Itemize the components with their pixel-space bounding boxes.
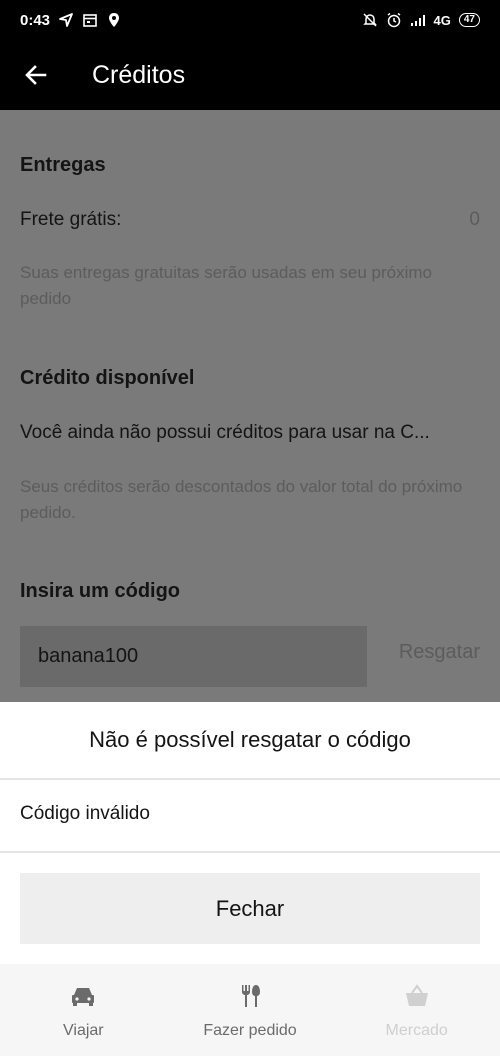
status-bar: 0:43 4G 47 <box>0 0 500 40</box>
nav-item-order[interactable]: Fazer pedido <box>167 964 334 1056</box>
alarm-icon <box>387 12 400 28</box>
redeem-button[interactable]: Resgatar <box>399 641 480 664</box>
nav-label-market: Mercado <box>385 1022 448 1039</box>
promo-code-heading: Insira um código <box>20 580 181 602</box>
deliveries-helper-text: Suas entregas gratuitas serão usadas em … <box>20 263 433 308</box>
location-pin-icon <box>109 13 120 27</box>
signal-icon <box>410 15 425 26</box>
status-time: 0:43 <box>20 11 51 29</box>
nav-label-ride: Viajar <box>63 1022 104 1039</box>
car-icon <box>72 988 95 1006</box>
divider <box>0 778 500 780</box>
close-button[interactable]: Fechar <box>20 873 480 944</box>
battery-icon: 47 <box>458 13 480 27</box>
bottom-navigation: Viajar Fazer pedido Mercado <box>0 964 500 1056</box>
divider <box>0 851 500 853</box>
nav-item-market[interactable]: Mercado <box>333 964 500 1056</box>
nav-item-ride[interactable]: Viajar <box>0 964 167 1056</box>
dialog-message: Código inválido <box>20 803 150 824</box>
navigation-arrow-icon <box>59 13 73 27</box>
credit-helper-text: Seus créditos serão descontados do valor… <box>20 477 463 522</box>
bell-off-icon <box>362 13 377 27</box>
network-type: 4G <box>433 12 451 28</box>
nav-label-order: Fazer pedido <box>203 1022 297 1039</box>
error-bottom-sheet: Não é possível resgatar o código Código … <box>0 702 500 964</box>
arrow-left-icon <box>25 65 47 85</box>
credit-heading: Crédito disponível <box>20 367 195 389</box>
free-shipping-label: Frete grátis: <box>20 209 122 230</box>
dialog-title: Não é possível resgatar o código <box>89 727 411 752</box>
battery-level: 47 <box>463 14 475 25</box>
calendar-icon <box>83 14 97 27</box>
credit-message: Você ainda não possui créditos para usar… <box>20 422 430 443</box>
app-bar: Créditos <box>0 40 500 110</box>
promo-code-input[interactable] <box>20 626 367 687</box>
deliveries-heading: Entregas <box>20 154 106 176</box>
basket-icon <box>405 984 428 1006</box>
free-shipping-count: 0 <box>469 209 480 230</box>
back-button[interactable] <box>6 45 66 105</box>
credits-content: Entregas Frete grátis: 0 Suas entregas g… <box>0 110 500 702</box>
page-title: Créditos <box>92 60 186 89</box>
fork-knife-icon <box>242 985 260 1007</box>
